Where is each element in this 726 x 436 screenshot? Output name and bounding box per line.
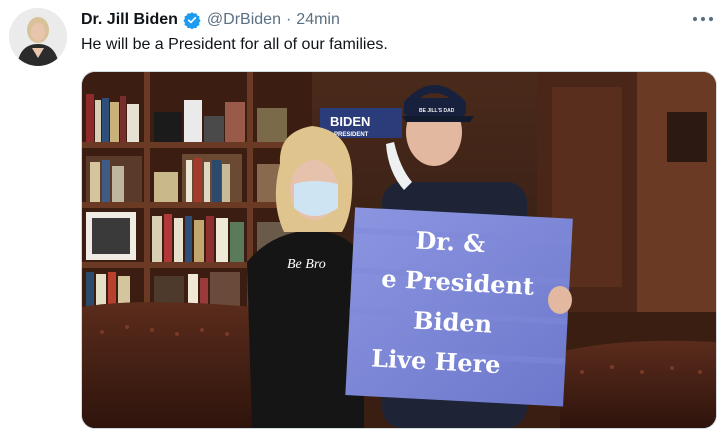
cap-text: BE JILL'S DAD [419, 108, 455, 114]
banner-subtext: PRESIDENT [334, 132, 369, 138]
separator-dot: · [285, 11, 292, 28]
banner-text: BIDEN [330, 114, 370, 129]
sign-line-1: Dr. & [415, 226, 486, 259]
tweet-photo[interactable]: BIDEN PRESIDENT BE JILL'S DAD Be Bro Dr.… [81, 71, 717, 429]
tweet-text: He will be a President for all of our fa… [81, 36, 388, 53]
user-handle[interactable]: @DrBiden [207, 11, 281, 29]
shirt-text: Be Bro [287, 257, 326, 272]
display-name[interactable]: Dr. Jill Biden [81, 11, 178, 29]
avatar[interactable] [9, 8, 67, 66]
tweet-header: Dr. Jill Biden @DrBiden · 24min [81, 9, 340, 31]
tweet-card: Dr. Jill Biden @DrBiden · 24min He will … [0, 0, 726, 436]
more-options-icon[interactable] [690, 9, 716, 29]
sign-line-3: Biden [413, 306, 493, 339]
timestamp[interactable]: 24min [296, 11, 340, 29]
verified-badge-icon [183, 11, 201, 30]
